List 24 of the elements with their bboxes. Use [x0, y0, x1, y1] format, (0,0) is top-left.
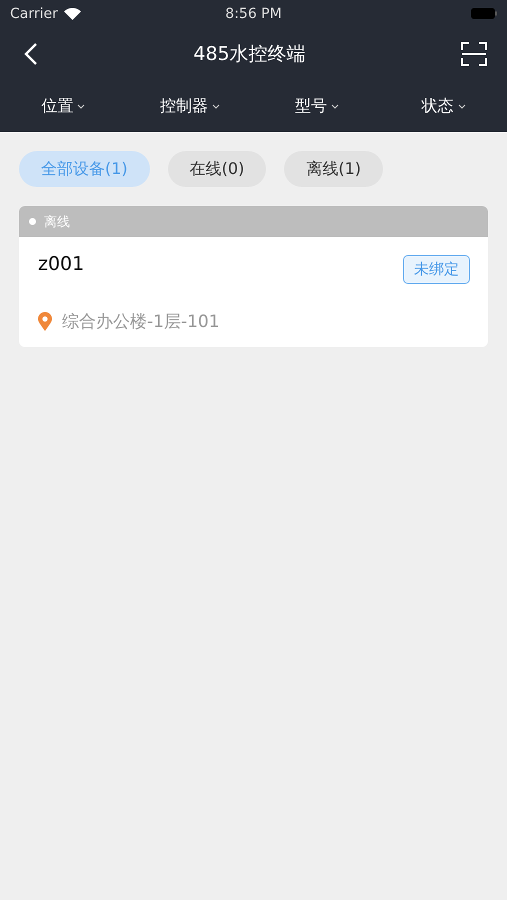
chevron-down-icon [330, 104, 339, 108]
device-card[interactable]: 离线 z001 未绑定 综合办公楼-1层-101 [19, 206, 488, 347]
filter-dropdown[interactable]: 型号 [254, 92, 380, 120]
clock-time: 8:56 PM [225, 6, 282, 22]
device-location: 综合办公楼-1层-101 [62, 311, 220, 333]
filter-chip[interactable]: 在线(0) [168, 151, 266, 187]
filter-dropdown[interactable]: 状态 [380, 92, 507, 120]
filter-chip[interactable]: 离线(1) [284, 151, 384, 187]
battery-icon [470, 8, 497, 19]
page-title: 485水控终端 [193, 42, 306, 66]
back-icon[interactable] [24, 42, 38, 66]
filter-dropdown[interactable]: 位置 [0, 92, 127, 120]
chevron-down-icon [77, 104, 86, 108]
scan-icon[interactable] [460, 42, 487, 66]
status-dot [29, 218, 36, 225]
device-name: z001 [38, 253, 84, 275]
chevron-down-icon [212, 104, 220, 108]
chevron-down-icon [458, 104, 466, 108]
filter-dropdown[interactable]: 控制器 [126, 92, 254, 120]
wifi-icon [64, 8, 81, 20]
binding-badge: 未绑定 [403, 255, 470, 284]
location-pin-icon [38, 312, 52, 331]
status-label: 离线 [44, 214, 70, 230]
carrier-label: Carrier [10, 6, 58, 22]
